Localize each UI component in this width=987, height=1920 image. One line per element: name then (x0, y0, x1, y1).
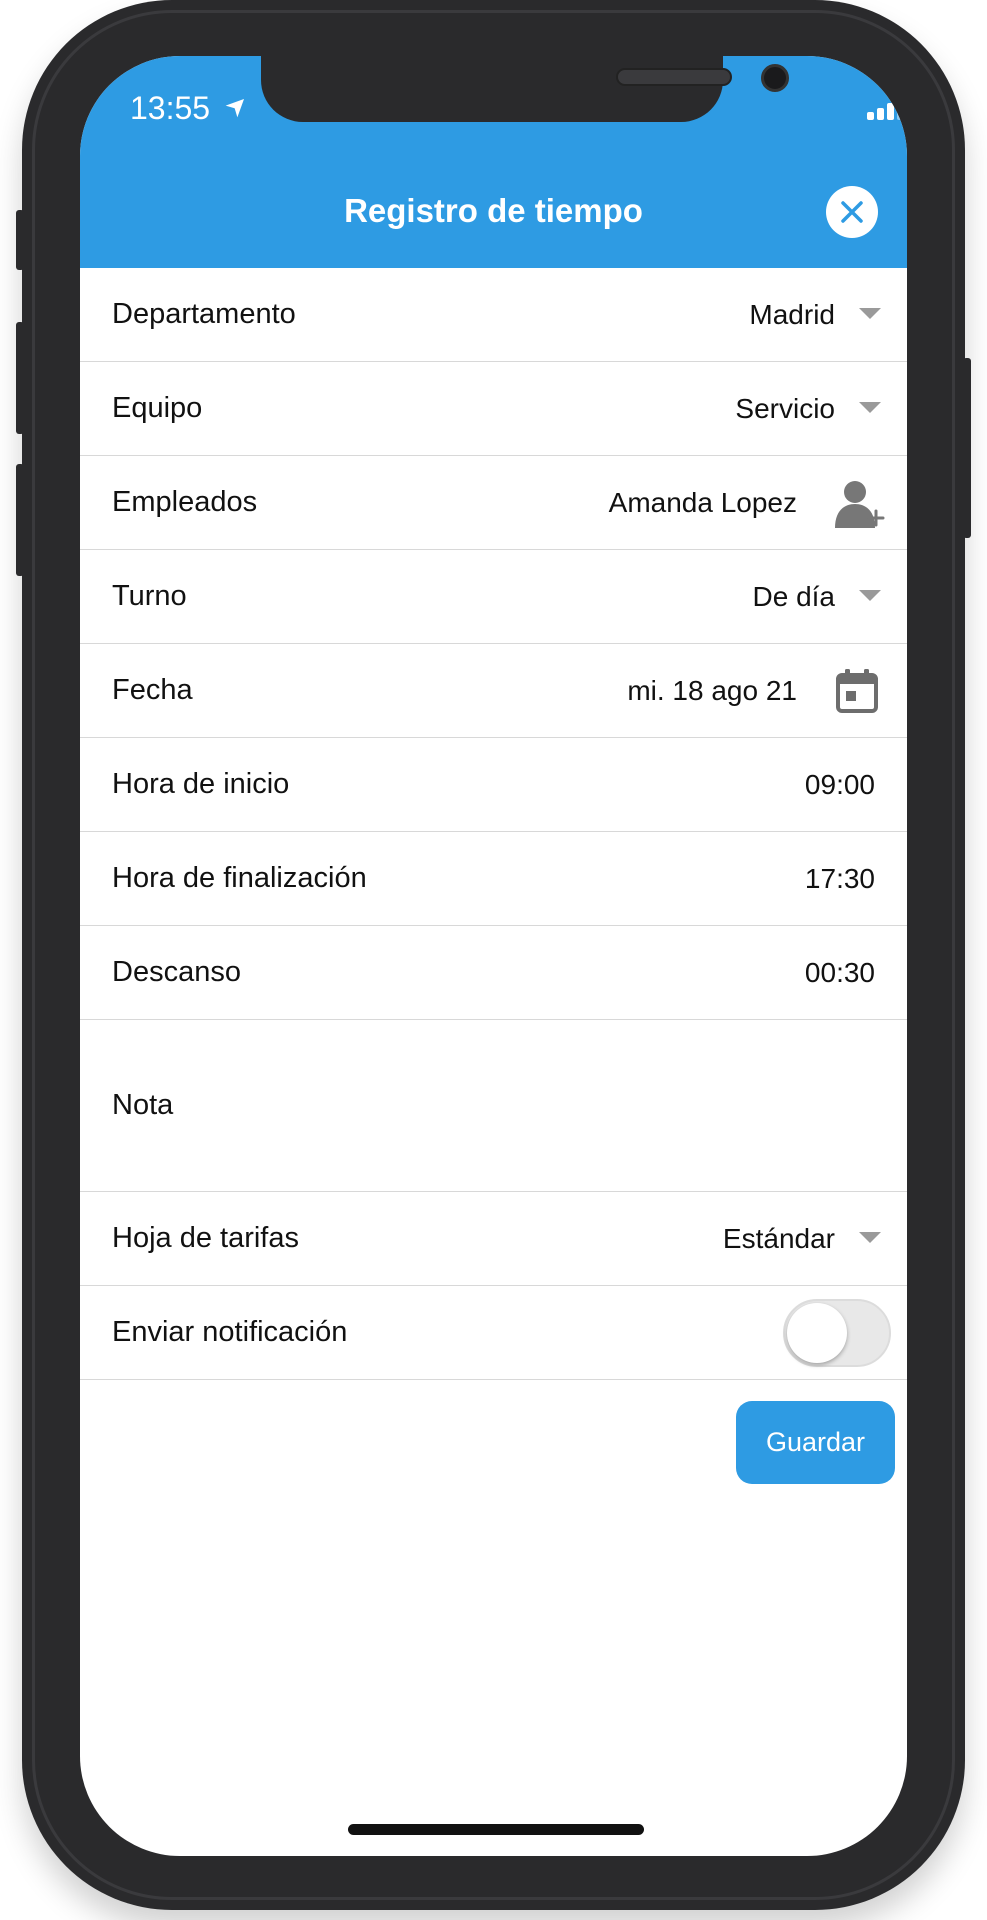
chevron-down-icon (859, 401, 881, 413)
notification-toggle[interactable] (783, 1298, 891, 1367)
notification-label: Enviar notificación (112, 1316, 348, 1348)
date-row[interactable]: Fecha mi. 18 ago 21 (80, 644, 907, 738)
employees-row[interactable]: Empleados Amanda Lopez (80, 456, 907, 550)
start-time-value: 09:00 (804, 768, 875, 800)
time-entry-form: Departamento Madrid Equipo Servicio Empl… (80, 268, 907, 1380)
team-value: Servicio (735, 392, 835, 424)
close-button[interactable] (826, 186, 878, 238)
shift-label: Turno (112, 580, 187, 612)
volume-down-button (16, 464, 24, 576)
date-label: Fecha (112, 674, 193, 706)
status-time: 13:55 (130, 90, 211, 126)
chevron-down-icon (859, 1231, 881, 1243)
save-button[interactable]: Guardar (736, 1401, 895, 1484)
location-arrow-icon: ➤ (218, 86, 255, 124)
end-time-value: 17:30 (804, 862, 875, 894)
start-time-row[interactable]: Hora de inicio 09:00 (80, 738, 907, 832)
toggle-knob (787, 1302, 847, 1363)
rate-sheet-label: Hoja de tarifas (112, 1222, 299, 1254)
home-indicator (348, 1824, 644, 1835)
end-time-row[interactable]: Hora de finalización 17:30 (80, 832, 907, 926)
department-row[interactable]: Departamento Madrid (80, 268, 907, 362)
front-camera (761, 64, 789, 92)
start-time-label: Hora de inicio (112, 768, 290, 800)
department-value: Madrid (749, 298, 835, 330)
break-value: 00:30 (804, 956, 875, 988)
shift-value: De día (752, 580, 836, 612)
add-user-icon[interactable] (831, 476, 885, 530)
break-label: Descanso (112, 956, 241, 988)
chevron-down-icon (859, 589, 881, 601)
team-row[interactable]: Equipo Servicio (80, 362, 907, 456)
page-title: Registro de tiempo (344, 192, 643, 229)
app-screen: 13:55 ➤ Registro de tiempo Departamento … (80, 56, 907, 1856)
chevron-down-icon (859, 307, 881, 319)
shift-row[interactable]: Turno De día (80, 550, 907, 644)
note-row[interactable]: Nota (80, 1020, 907, 1192)
team-label: Equipo (112, 392, 203, 424)
date-value: mi. 18 ago 21 (627, 674, 797, 706)
volume-up-button (16, 322, 24, 434)
notification-row: Enviar notificación (80, 1286, 907, 1380)
break-row[interactable]: Descanso 00:30 (80, 926, 907, 1020)
rate-sheet-value: Estándar (722, 1222, 835, 1254)
end-time-label: Hora de finalización (112, 862, 367, 894)
notch (261, 56, 789, 122)
close-icon (841, 201, 863, 223)
calendar-icon[interactable] (833, 667, 881, 715)
cellular-signal-icon (867, 94, 907, 124)
power-button (963, 358, 971, 538)
speaker-grille (616, 68, 732, 86)
note-label: Nota (112, 1089, 174, 1121)
silent-switch (16, 210, 24, 270)
employees-value: Amanda Lopez (608, 486, 797, 518)
rate-sheet-row[interactable]: Hoja de tarifas Estándar (80, 1192, 907, 1286)
app-header: 13:55 ➤ Registro de tiempo (80, 56, 907, 268)
employees-label: Empleados (112, 486, 258, 518)
department-label: Departamento (112, 298, 296, 330)
